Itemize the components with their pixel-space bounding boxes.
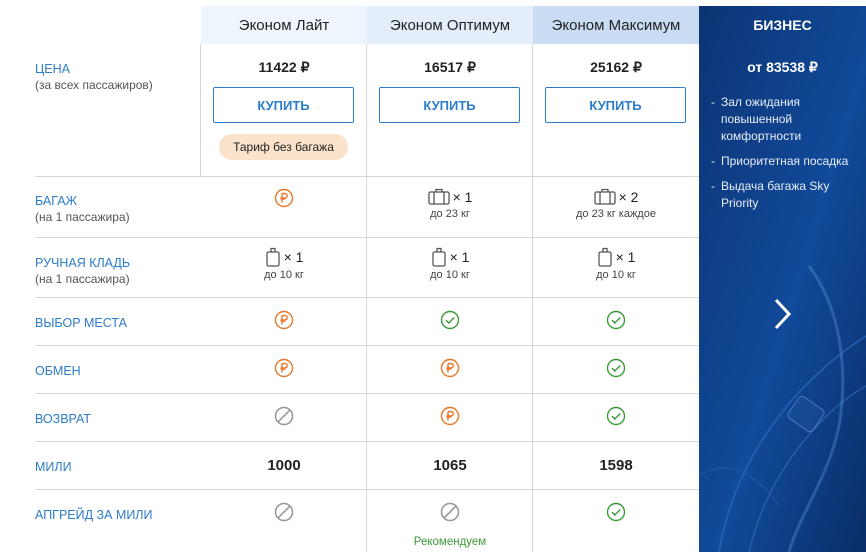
miles-row-label: МИЛИ xyxy=(35,460,72,474)
seat-light-cell xyxy=(201,310,367,330)
bag-icon xyxy=(265,247,280,267)
price-optimum: 16517 ₽ xyxy=(424,59,476,75)
seat-optimum-cell xyxy=(367,310,533,330)
price-maximum: 25162 ₽ xyxy=(590,59,642,75)
carryon-note: до 10 кг xyxy=(264,269,304,281)
ruble-icon xyxy=(274,188,294,208)
column-divider xyxy=(532,44,533,552)
ruble-icon xyxy=(274,310,294,330)
business-price: от 83538 ₽ xyxy=(747,59,818,75)
baggage-optimum-cell: × 1 до 23 кг xyxy=(367,188,533,220)
exchange-light-cell xyxy=(201,358,367,378)
row-divider xyxy=(35,489,700,490)
ruble-icon xyxy=(440,406,460,426)
seat-row-label: ВЫБОР МЕСТА xyxy=(35,316,127,330)
recommend-label: Рекомендуем xyxy=(413,536,487,548)
price-row-label: ЦЕНА xyxy=(35,62,70,76)
refund-optimum-cell xyxy=(367,406,533,426)
baggage-row-label: БАГАЖ xyxy=(35,194,78,208)
ruble-icon xyxy=(274,358,294,378)
upgrade-optimum-cell xyxy=(367,502,533,522)
baggage-note: до 23 кг каждое xyxy=(576,208,656,221)
carryon-count: × 1 xyxy=(283,249,304,265)
ruble-icon xyxy=(440,358,460,378)
check-icon xyxy=(440,310,460,330)
row-divider xyxy=(35,441,700,442)
check-icon xyxy=(606,502,626,522)
business-background-image xyxy=(699,6,866,552)
forbidden-icon xyxy=(274,502,294,522)
check-icon xyxy=(606,406,626,426)
business-feature-lounge: Зал ожидания повышенной комфортности xyxy=(711,94,861,145)
upgrade-maximum-cell xyxy=(533,502,699,522)
business-panel[interactable]: БИЗНЕС от 83538 ₽ Зал ожидания повышенно… xyxy=(699,6,866,552)
seat-maximum-cell xyxy=(533,310,699,330)
miles-maximum: 1598 xyxy=(599,457,633,474)
baggage-row-sublabel: (на 1 пассажира) xyxy=(35,210,130,224)
miles-light: 1000 xyxy=(267,457,301,474)
row-divider xyxy=(35,176,700,177)
price-light: 11422 ₽ xyxy=(258,59,310,75)
price-row-sublabel: (за всех пассажиров) xyxy=(35,78,153,92)
column-divider xyxy=(366,44,367,552)
row-divider xyxy=(35,297,700,298)
upgrade-row-label: АПГРЕЙД ЗА МИЛИ xyxy=(35,508,153,522)
refund-maximum-cell xyxy=(533,406,699,426)
chevron-right-icon[interactable] xyxy=(769,296,795,332)
no-baggage-badge: Тариф без багажа xyxy=(219,134,348,160)
baggage-note: до 23 кг xyxy=(430,208,470,221)
refund-row-label: ВОЗВРАТ xyxy=(35,412,92,426)
check-icon xyxy=(606,310,626,330)
carryon-count: × 1 xyxy=(449,249,470,265)
buy-maximum-button[interactable]: КУПИТЬ xyxy=(545,87,686,123)
suitcase-icon xyxy=(593,188,616,205)
baggage-count: × 2 xyxy=(618,189,639,205)
exchange-optimum-cell xyxy=(367,358,533,378)
forbidden-icon xyxy=(274,406,294,426)
tariff-header-light: Эконом Лайт xyxy=(201,6,367,44)
row-divider xyxy=(35,237,700,238)
row-divider xyxy=(35,345,700,346)
buy-light-button[interactable]: КУПИТЬ xyxy=(213,87,354,123)
carryon-optimum-cell: × 1 до 10 кг xyxy=(367,247,533,281)
baggage-count: × 1 xyxy=(452,189,473,205)
miles-optimum: 1065 xyxy=(433,457,467,474)
tariff-header-maximum: Эконом Максимум xyxy=(533,6,699,44)
carryon-maximum-cell: × 1 до 10 кг xyxy=(533,247,699,281)
carryon-note: до 10 кг xyxy=(430,269,470,281)
business-features: Зал ожидания повышенной комфортности При… xyxy=(711,94,861,220)
tariff-comparison-table: Эконом Лайт Эконом Оптимум Эконом Максим… xyxy=(0,0,700,552)
suitcase-icon xyxy=(427,188,450,205)
buy-optimum-button[interactable]: КУПИТЬ xyxy=(379,87,520,123)
exchange-row-label: ОБМЕН xyxy=(35,364,81,378)
tariff-header-optimum: Эконом Оптимум xyxy=(367,6,533,44)
business-title: БИЗНЕС xyxy=(753,17,812,33)
carryon-light-cell: × 1 до 10 кг xyxy=(201,247,367,281)
row-divider xyxy=(35,393,700,394)
baggage-light-cell xyxy=(201,188,367,208)
refund-light-cell xyxy=(201,406,367,426)
business-feature-baggage: Выдача багажа Sky Priority xyxy=(711,178,861,212)
baggage-maximum-cell: × 2 до 23 кг каждое xyxy=(533,188,699,220)
forbidden-icon xyxy=(440,502,460,522)
carryon-row-label: РУЧНАЯ КЛАДЬ xyxy=(35,256,131,270)
upgrade-light-cell xyxy=(201,502,367,522)
exchange-maximum-cell xyxy=(533,358,699,378)
check-icon xyxy=(606,358,626,378)
carryon-note: до 10 кг xyxy=(596,269,636,281)
bag-icon xyxy=(597,247,612,267)
bag-icon xyxy=(431,247,446,267)
carryon-row-sublabel: (на 1 пассажира) xyxy=(35,272,130,286)
carryon-count: × 1 xyxy=(615,249,636,265)
business-feature-boarding: Приоритетная посадка xyxy=(711,153,861,170)
